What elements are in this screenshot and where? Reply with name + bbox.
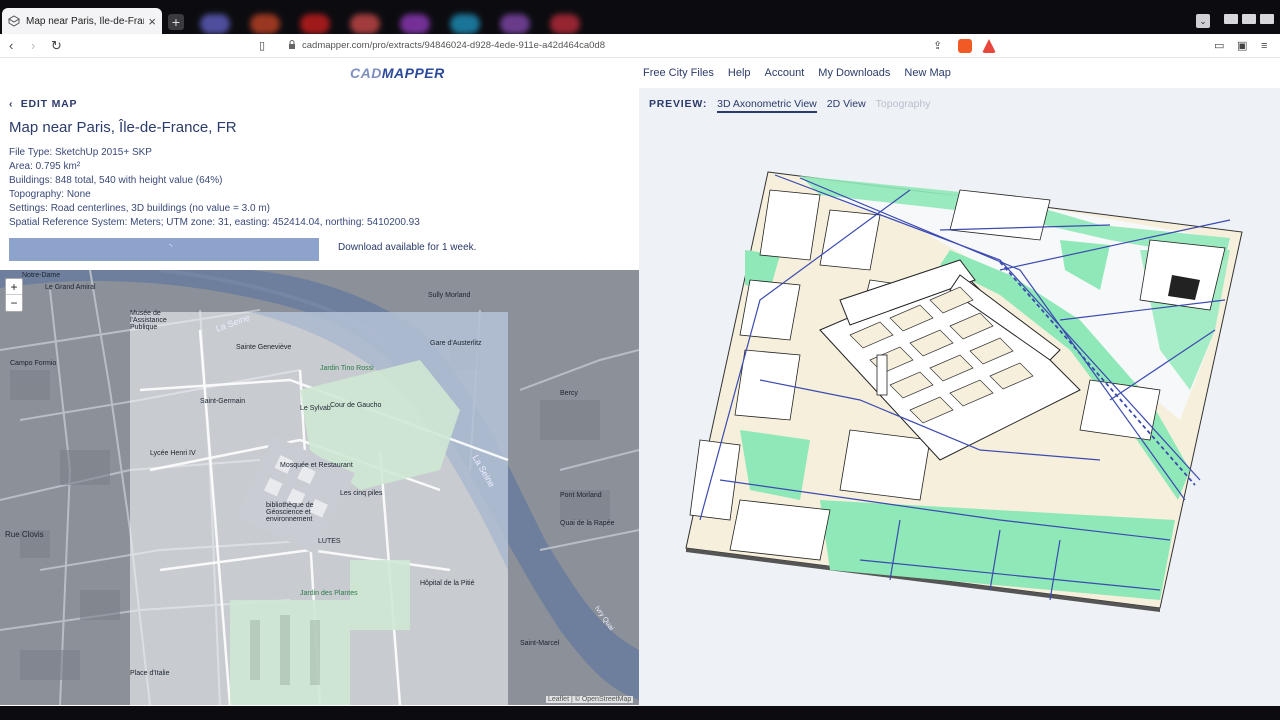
map-label: Gare d'Austerlitz	[430, 340, 482, 347]
loading-spinner-icon: ◝	[169, 242, 173, 251]
tab-close-icon[interactable]: ×	[148, 14, 156, 29]
cadmapper-logo[interactable]: CADMAPPER	[350, 65, 445, 81]
logo-mapper: MAPPER	[381, 65, 445, 81]
menu-icon[interactable]: ≡	[1261, 38, 1267, 54]
nav-help[interactable]: Help	[728, 67, 751, 79]
map-label: LUTES	[318, 538, 341, 545]
blurred-tab-icon[interactable]	[300, 14, 330, 34]
map-label: Rue Clovis	[5, 530, 44, 539]
map-label: Bercy	[560, 390, 578, 397]
nav-account[interactable]: Account	[765, 67, 805, 79]
3d-model-preview[interactable]	[639, 88, 1280, 706]
edit-map-label: EDIT MAP	[20, 98, 78, 110]
screen-bottom-strip	[0, 706, 1280, 720]
address-bar: ‹ › ↻ ▯ cadmapper.com/pro/extracts/94846…	[0, 34, 1280, 58]
preview-label: PREVIEW:	[649, 98, 708, 110]
file-details: File Type: SketchUp 2015+ SKP Area: 0.79…	[9, 146, 420, 230]
nav-free-city-files[interactable]: Free City Files	[643, 67, 714, 79]
cadmapper-favicon-icon	[8, 15, 20, 27]
map-label: Le Sylvab	[300, 405, 331, 412]
background-tabs	[200, 14, 580, 34]
map-label: Notre-Dame	[22, 272, 61, 279]
browser-tab[interactable]: Map near Paris, Île-de-France, FR ×	[2, 8, 162, 34]
rewards-icon[interactable]	[982, 39, 996, 53]
share-icon[interactable]: ⇪	[933, 38, 942, 54]
map-label: Le Grand Amiral	[45, 284, 96, 291]
forward-arrow-icon[interactable]: ›	[31, 38, 35, 54]
area: Area: 0.795 km²	[9, 161, 81, 172]
tab-title: Map near Paris, Île-de-France, FR	[26, 15, 144, 27]
map-label: Jardin Tino Rossi	[320, 365, 374, 372]
download-note: Download available for 1 week.	[338, 242, 477, 253]
location-map[interactable]: Notre-Dame Le Grand Amiral Musée de l'As…	[0, 270, 639, 705]
edit-map-link[interactable]: ‹ EDIT MAP	[9, 98, 77, 110]
blurred-tab-icon[interactable]	[550, 14, 580, 34]
bookmark-icon[interactable]: ▯	[259, 38, 265, 54]
map-label: Saint-Germain	[200, 398, 246, 405]
nav-new-map[interactable]: New Map	[904, 67, 950, 79]
settings: Settings: Road centerlines, 3D buildings…	[9, 203, 270, 214]
blurred-tab-icon[interactable]	[350, 14, 380, 34]
maximize-button[interactable]	[1242, 14, 1256, 24]
zoom-out-button[interactable]: −	[6, 295, 22, 311]
tab-3d-axonometric-view[interactable]: 3D Axonometric View	[717, 98, 817, 113]
lock-icon	[289, 40, 295, 49]
minimize-button[interactable]	[1224, 14, 1238, 24]
spatial-reference: Spatial Reference System: Meters; UTM zo…	[9, 217, 420, 228]
url-text[interactable]: cadmapper.com/pro/extracts/94846024-d928…	[302, 40, 605, 51]
map-label: Place d'Italie	[130, 670, 170, 677]
blurred-tab-icon[interactable]	[200, 14, 230, 34]
map-label: Lycée Henri IV	[150, 450, 196, 457]
map-label: Quai de la Rapée	[560, 520, 615, 527]
zoom-in-button[interactable]: +	[6, 279, 22, 295]
map-label: Sainte Geneviève	[236, 344, 292, 351]
map-label: Saint-Marcel	[520, 640, 560, 647]
back-arrow-icon[interactable]: ‹	[9, 38, 13, 54]
preview-panel	[639, 88, 1280, 706]
map-label: Hôpital de la Pitié	[420, 580, 475, 587]
page-title: Map near Paris, Île-de-France, FR	[9, 119, 237, 136]
zoom-control: + −	[5, 278, 23, 312]
top-navigation: Free City Files Help Account My Download…	[643, 67, 951, 79]
preview-tabs: PREVIEW: 3D Axonometric View 2D View Top…	[649, 98, 931, 113]
map-label: Jardin des Plantes	[300, 590, 358, 597]
tab-topography[interactable]: Topography	[876, 98, 931, 113]
nav-my-downloads[interactable]: My Downloads	[818, 67, 890, 79]
tab-2d-view[interactable]: 2D View	[827, 98, 866, 113]
tab-search-icon[interactable]: ⌄	[1196, 14, 1210, 28]
map-label: Musée de l'Assistance Publique	[130, 310, 167, 331]
buildings: Buildings: 848 total, 540 with height va…	[9, 175, 223, 186]
map-label: Pont Morland	[560, 492, 602, 499]
blurred-tab-icon[interactable]	[500, 14, 530, 34]
chevron-left-icon: ‹	[9, 98, 21, 110]
brave-shield-icon[interactable]	[958, 39, 972, 53]
blurred-tab-icon[interactable]	[450, 14, 480, 34]
download-progress-bar[interactable]: ◝	[9, 238, 319, 261]
close-window-button[interactable]	[1260, 14, 1274, 24]
window-controls: ⌄	[1196, 14, 1274, 28]
map-label: bibliothèque de Géoscience et environnem…	[266, 502, 314, 523]
reload-icon[interactable]: ↻	[51, 38, 62, 54]
map-label: Sully Morland	[428, 292, 471, 299]
file-type: File Type: SketchUp 2015+ SKP	[9, 147, 152, 158]
new-tab-button[interactable]: +	[168, 14, 184, 30]
blurred-tab-icon[interactable]	[400, 14, 430, 34]
blurred-tab-icon[interactable]	[250, 14, 280, 34]
map-label: Cour de Gaucho	[330, 402, 382, 409]
map-label: Campo Formio	[10, 360, 57, 367]
logo-cad: CAD	[350, 65, 382, 81]
map-attribution[interactable]: Leaflet | © OpenStreetMap	[546, 696, 634, 703]
browser-tab-bar: Map near Paris, Île-de-France, FR × + ⌄	[0, 0, 1280, 34]
sidebar-icon[interactable]: ▭	[1214, 38, 1224, 54]
map-label: Mosquée et Restaurant	[280, 462, 353, 469]
map-label: Les cinq piles	[340, 490, 383, 497]
wallet-icon[interactable]: ▣	[1237, 38, 1247, 54]
topography: Topography: None	[9, 189, 91, 200]
